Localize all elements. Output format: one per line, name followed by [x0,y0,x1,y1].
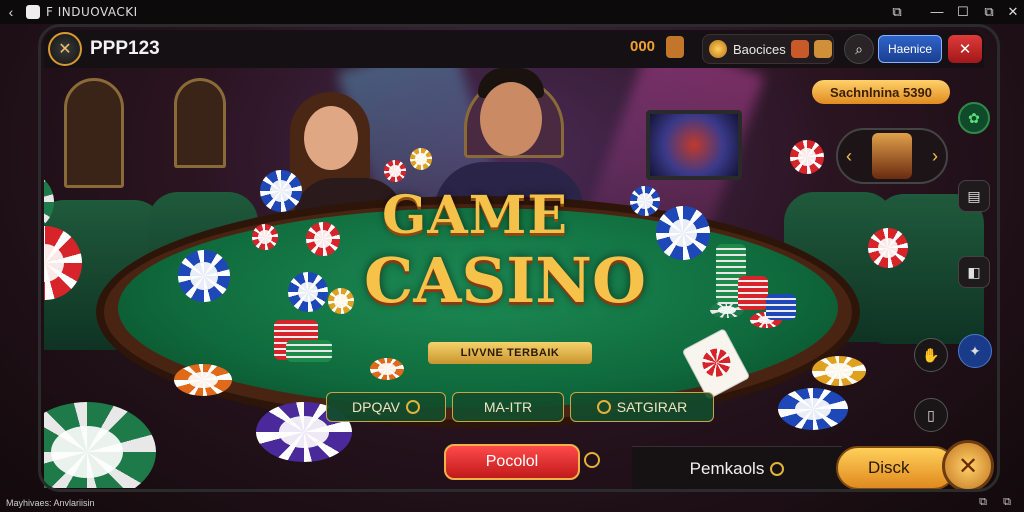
footer-text: Mayhivaes: Anvlariisin [6,498,95,508]
expand-icon[interactable]: ⧉ [1000,496,1014,510]
chip [656,206,710,260]
game-thumbnail[interactable] [872,133,912,179]
hand-icon[interactable]: ✋ [914,338,948,372]
coin-icon [770,461,785,476]
trophy-icon [813,40,832,58]
chip [868,228,908,268]
phone-icon[interactable]: ▯ [914,398,948,432]
chevron-right-icon[interactable]: › [932,146,938,167]
option-label: SATGIRAR [616,399,688,415]
chest-icon [790,40,809,58]
coin-icon [405,400,420,414]
share-icon[interactable]: ✦ [958,334,992,368]
chip [630,186,660,216]
payments-label: Pemkaols [689,458,765,478]
option-label: DPQAV [352,399,400,415]
logo-icon[interactable]: ✕ [48,32,82,66]
credit-counter: 000 [630,38,656,55]
wall-painting [64,78,124,188]
chip [44,402,156,488]
option-button-satgirar[interactable]: SATGIRAR [570,392,714,422]
resources-pill[interactable]: Baocices [702,34,834,64]
maximize-icon[interactable]: ☐ [954,3,972,21]
game-top-bar: ✕ PPP123 000 Baocices ⌕ Haenice ✕ [44,30,984,68]
search-icon[interactable]: ⌕ [844,34,874,64]
game-title: GAME [382,185,568,246]
back-icon[interactable]: ‹ [0,4,22,20]
chip-stack [766,294,796,320]
tagline-banner: LIVVNE TERBAIK [428,342,592,364]
app-icon [26,5,40,19]
blue-action-button[interactable]: Haenice [878,35,942,63]
coin-icon [709,40,727,58]
game-carousel[interactable]: ‹ › [836,128,948,184]
wall-painting [174,78,226,168]
minimize-icon[interactable]: — [928,3,946,21]
chip [306,222,340,256]
rank-badge[interactable]: Sachnlnina 5390 [812,80,950,104]
option-button-dpqav[interactable]: DPQAV [326,392,446,422]
chip-stack [738,276,768,310]
tools-coin-icon[interactable]: ✕ [942,440,994,492]
snap-icon[interactable]: ⧉ [980,3,998,21]
restore-icon[interactable]: ⧉ [888,3,906,21]
chip [178,250,230,302]
play-button[interactable]: Pocolol [444,444,580,480]
chip [384,160,406,182]
payments-panel[interactable]: Pemkaols [632,446,842,490]
option-button-maitr[interactable]: MA-ITR [452,392,564,422]
clipboard-icon[interactable]: ▤ [958,180,990,212]
chip [260,170,302,212]
speaker-icon[interactable]: ◧ [958,256,990,288]
chip [328,288,354,314]
chip [252,224,278,250]
close-icon[interactable]: ✕ [1004,3,1022,21]
chip-stack [286,340,332,362]
os-title-bar: ‹ F INDUOVACKI ⧉ — ☐ ⧉ ✕ [0,0,1024,24]
window-title: F INDUOVACKI [46,5,138,19]
window-icon[interactable]: ⧉ [976,496,990,510]
tools-button[interactable]: ✕ [948,35,982,63]
brand-name: PPP123 [90,38,160,59]
chip [410,148,432,170]
chip [288,272,328,312]
casino-title: CASINO [364,244,646,317]
tv-screen [646,110,742,180]
chip [778,388,848,430]
chip [174,364,232,396]
deck-button[interactable]: Disck [836,446,956,490]
chip [812,356,866,386]
chip [790,140,824,174]
game-screen: ‹ F INDUOVACKI ⧉ — ☐ ⧉ ✕ GAME CASINO LIV… [0,0,1024,512]
info-icon[interactable] [584,452,600,468]
coin-icon [596,400,611,414]
badge-icon[interactable] [666,36,684,58]
option-label: MA-ITR [483,399,533,415]
gear-icon[interactable]: ✿ [958,102,990,134]
resources-label: Baocices [733,41,786,57]
chevron-left-icon[interactable]: ‹ [846,146,852,167]
chip [370,358,404,380]
